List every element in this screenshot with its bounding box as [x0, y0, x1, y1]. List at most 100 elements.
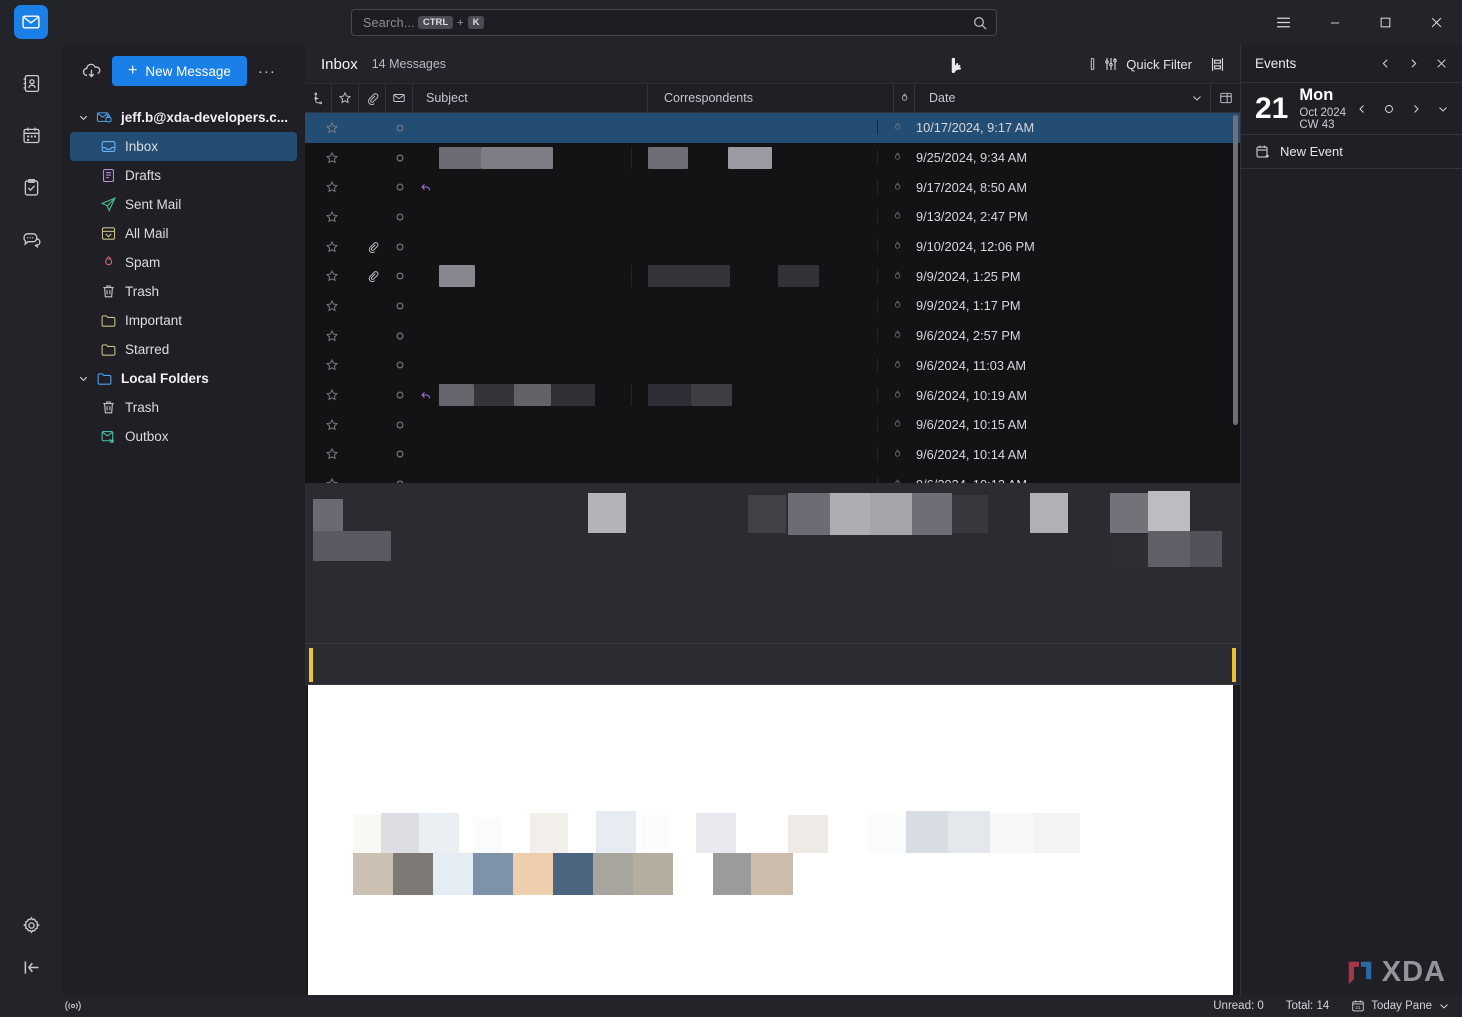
- folder-tree-account-row[interactable]: jeff.b@xda-developers.c...: [70, 103, 297, 132]
- table-row[interactable]: 9/6/2024, 11:03 AM: [305, 351, 1240, 381]
- column-picker-icon[interactable]: [1210, 84, 1240, 112]
- date-cell: 9/6/2024, 10:19 AM: [877, 388, 1240, 403]
- message-body[interactable]: [308, 685, 1233, 995]
- new-message-button[interactable]: + New Message: [112, 56, 247, 86]
- events-title: Events: [1255, 56, 1296, 71]
- chevron-left-icon[interactable]: [1372, 51, 1398, 77]
- close-icon[interactable]: [1411, 0, 1462, 45]
- sidebar-item-drafts[interactable]: Drafts: [70, 161, 297, 190]
- new-event-button[interactable]: New Event: [1241, 135, 1462, 169]
- sidebar-item-all-mail[interactable]: All Mail: [70, 219, 297, 248]
- column-header-date[interactable]: Date: [915, 84, 1184, 112]
- table-row[interactable]: 9/9/2024, 1:17 PM: [305, 291, 1240, 321]
- chevron-down-icon[interactable]: [1184, 84, 1210, 112]
- folder-pane-more-button[interactable]: ···: [255, 58, 279, 84]
- star-icon[interactable]: [305, 121, 359, 135]
- chevron-down-icon[interactable]: [1430, 96, 1456, 122]
- read-status-icon[interactable]: [386, 449, 413, 459]
- column-spam-icon[interactable]: [894, 84, 915, 112]
- close-icon[interactable]: [1428, 51, 1454, 77]
- star-icon[interactable]: [305, 240, 359, 254]
- column-header-subject[interactable]: Subject: [413, 84, 648, 112]
- table-row[interactable]: 9/6/2024, 2:57 PM: [305, 321, 1240, 351]
- star-icon[interactable]: [305, 299, 359, 313]
- sidebar-item-starred[interactable]: Starred: [70, 335, 297, 364]
- folder-tree-account-label: jeff.b@xda-developers.c...: [116, 110, 288, 125]
- read-status-icon[interactable]: [386, 420, 413, 430]
- read-status-icon[interactable]: [386, 242, 413, 252]
- sidebar-item-important[interactable]: Important: [70, 306, 297, 335]
- star-icon[interactable]: [305, 269, 359, 283]
- read-status-icon[interactable]: [386, 212, 413, 222]
- chevron-right-icon[interactable]: [1400, 51, 1426, 77]
- folder-icon: [96, 341, 120, 358]
- sidebar-item-spam[interactable]: Spam: [70, 248, 297, 277]
- sidebar-item-inbox[interactable]: Inbox: [70, 132, 297, 161]
- chevron-right-icon[interactable]: [1403, 96, 1429, 122]
- star-icon[interactable]: [305, 151, 359, 165]
- table-row[interactable]: 9/6/2024, 10:13 AM: [305, 469, 1240, 483]
- cloud-download-icon[interactable]: [78, 58, 104, 84]
- message-list-scrollbar[interactable]: [1233, 115, 1238, 425]
- table-row[interactable]: 10/17/2024, 9:17 AM: [305, 113, 1240, 143]
- read-status-icon[interactable]: [386, 301, 413, 311]
- sidebar-item-local-trash[interactable]: Trash: [70, 393, 297, 422]
- notice-accent-left: [309, 648, 313, 682]
- star-icon[interactable]: [305, 418, 359, 432]
- table-row[interactable]: 9/6/2024, 10:15 AM: [305, 410, 1240, 440]
- read-status-icon[interactable]: [386, 182, 413, 192]
- table-row[interactable]: 9/6/2024, 10:19 AM: [305, 380, 1240, 410]
- read-status-icon[interactable]: [386, 331, 413, 341]
- table-row[interactable]: 9/25/2024, 9:34 AM: [305, 143, 1240, 173]
- circle-today-icon[interactable]: [1376, 96, 1402, 122]
- message-notification-bar[interactable]: [305, 643, 1240, 685]
- table-row[interactable]: 9/17/2024, 8:50 AM: [305, 172, 1240, 202]
- table-row[interactable]: 9/13/2024, 2:47 PM: [305, 202, 1240, 232]
- read-status-icon[interactable]: [386, 271, 413, 281]
- sidebar-item-outbox[interactable]: Outbox: [70, 422, 297, 451]
- star-icon[interactable]: [305, 210, 359, 224]
- chevron-down-icon[interactable]: [74, 112, 92, 123]
- maximize-icon[interactable]: [1360, 0, 1411, 45]
- chat-icon[interactable]: [11, 219, 51, 259]
- table-row[interactable]: 9/10/2024, 12:06 PM: [305, 232, 1240, 262]
- column-attachment-icon[interactable]: [359, 84, 386, 112]
- star-icon[interactable]: [305, 358, 359, 372]
- sidebar-item-sent-mail[interactable]: Sent Mail: [70, 190, 297, 219]
- today-pane-button[interactable]: 21 Today Pane: [1351, 999, 1450, 1013]
- column-header-correspondents[interactable]: Correspondents: [648, 84, 894, 112]
- quick-filter-button[interactable]: Quick Filter: [1081, 52, 1200, 76]
- chevron-down-icon[interactable]: [74, 373, 92, 384]
- table-row[interactable]: 9/6/2024, 10:14 AM: [305, 440, 1240, 470]
- column-thread-icon[interactable]: [305, 84, 332, 112]
- message-list[interactable]: 10/17/2024, 9:17 AM9/25/2024, 9:34 AM9/1…: [305, 113, 1240, 483]
- folder-tree-local-folders-row[interactable]: Local Folders: [70, 364, 297, 393]
- star-icon[interactable]: [305, 388, 359, 402]
- column-unread-icon[interactable]: [386, 84, 413, 112]
- date-cell: 9/6/2024, 10:14 AM: [877, 447, 1240, 462]
- search-icon[interactable]: [972, 15, 988, 31]
- star-icon[interactable]: [305, 329, 359, 343]
- column-star-icon[interactable]: [332, 84, 359, 112]
- new-message-label: New Message: [145, 64, 231, 79]
- read-status-icon[interactable]: [386, 360, 413, 370]
- collapse-panel-icon[interactable]: [11, 955, 51, 995]
- address-book-icon[interactable]: [11, 63, 51, 103]
- star-icon[interactable]: [305, 180, 359, 194]
- minimize-icon[interactable]: [1309, 0, 1360, 45]
- display-options-icon[interactable]: [1204, 51, 1230, 77]
- read-status-icon[interactable]: [386, 390, 413, 400]
- sidebar-item-label: All Mail: [120, 226, 169, 241]
- read-status-icon[interactable]: [386, 123, 413, 133]
- table-row[interactable]: 9/9/2024, 1:25 PM: [305, 261, 1240, 291]
- hamburger-menu-icon[interactable]: [1258, 0, 1309, 45]
- search-input[interactable]: Search... CTRL + K: [351, 9, 997, 36]
- gear-icon[interactable]: [11, 905, 51, 945]
- chevron-left-icon[interactable]: [1349, 96, 1375, 122]
- read-status-icon[interactable]: [386, 153, 413, 163]
- tasks-icon[interactable]: [11, 167, 51, 207]
- star-icon[interactable]: [305, 447, 359, 461]
- calendar-icon[interactable]: [11, 115, 51, 155]
- sidebar-item-trash[interactable]: Trash: [70, 277, 297, 306]
- status-sync-indicator: [64, 999, 82, 1013]
